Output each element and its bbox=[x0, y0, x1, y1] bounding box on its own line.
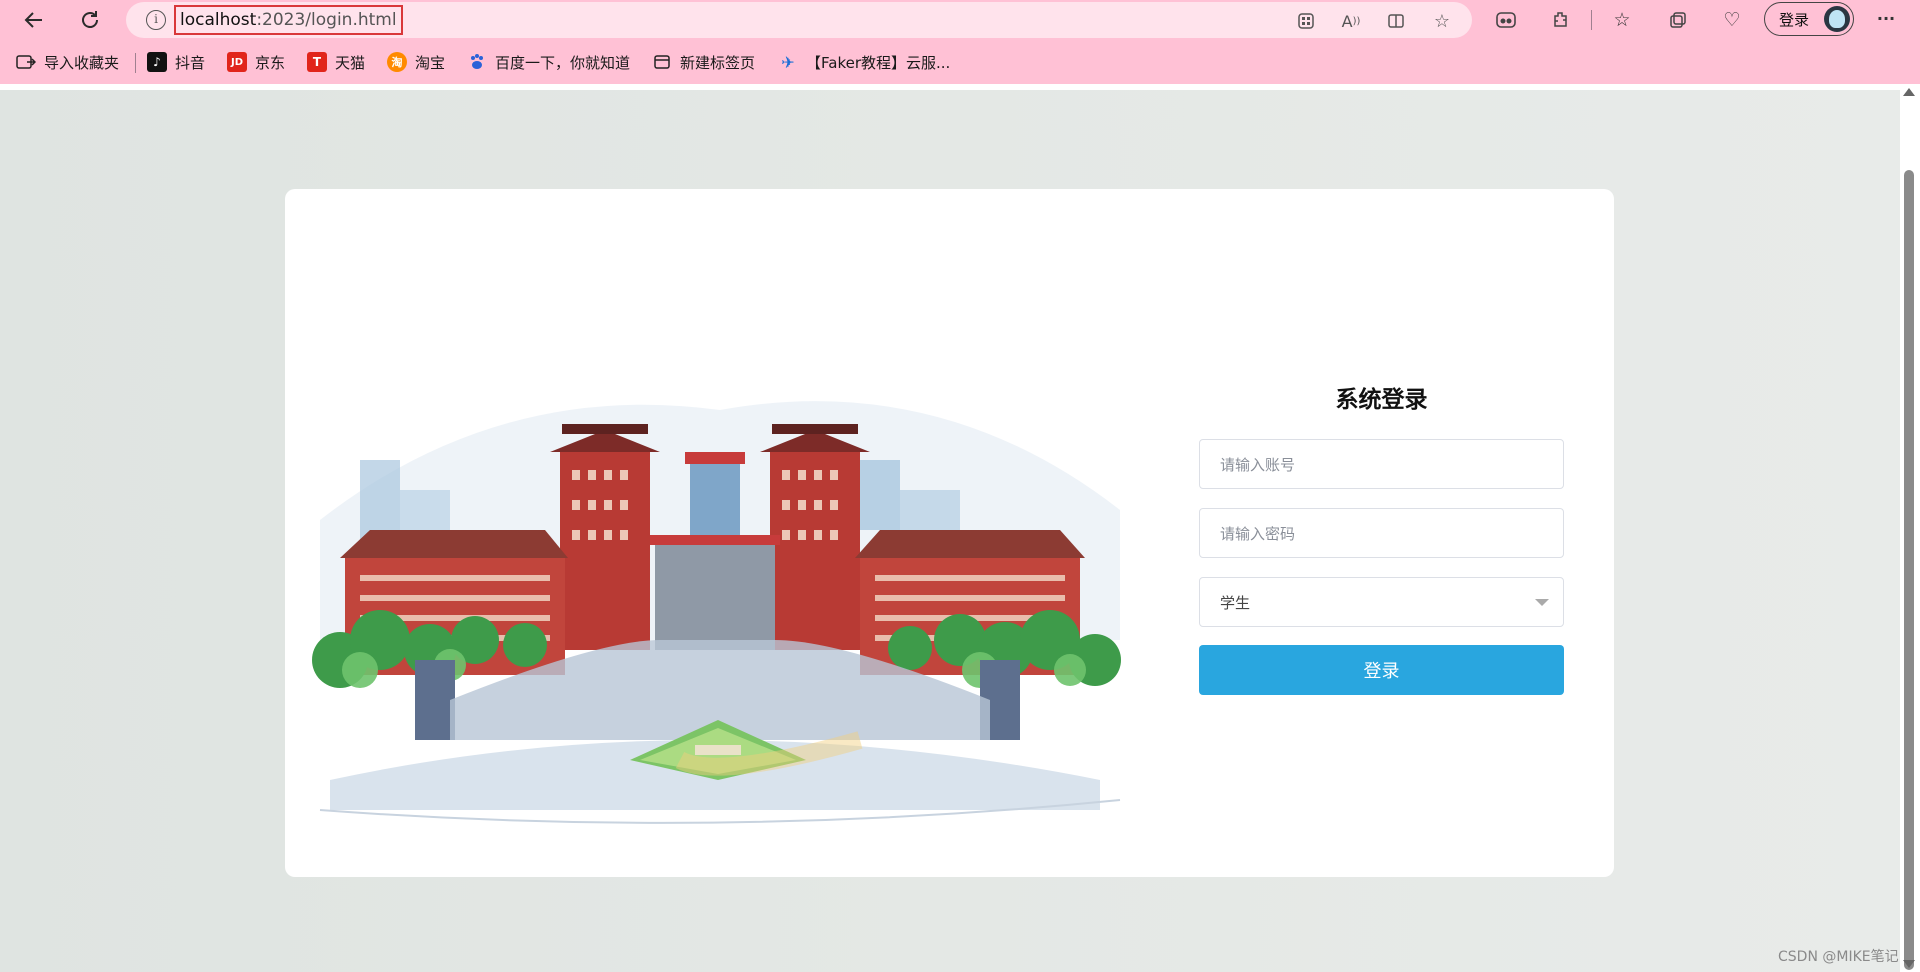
bookmark-jd[interactable]: JD 京东 bbox=[227, 51, 285, 73]
password-input[interactable]: 请输入密码 bbox=[1199, 508, 1564, 558]
taobao-icon: 淘 bbox=[387, 52, 407, 72]
douyin-icon: ♪ bbox=[147, 52, 167, 72]
password-placeholder: 请输入密码 bbox=[1220, 524, 1296, 543]
baidu-icon bbox=[467, 52, 487, 72]
extensions-icon[interactable] bbox=[1547, 6, 1575, 34]
import-icon bbox=[16, 52, 36, 72]
bookmark-baidu[interactable]: 百度一下，你就知道 bbox=[467, 51, 630, 73]
bookmark-douyin[interactable]: ♪ 抖音 bbox=[147, 51, 205, 73]
scroll-up-arrow-icon[interactable] bbox=[1903, 88, 1915, 96]
bookmark-label: 天猫 bbox=[335, 53, 366, 72]
login-button[interactable]: 登录 bbox=[1199, 645, 1564, 695]
page-top-edge bbox=[0, 84, 1900, 90]
bookmark-import[interactable]: 导入收藏夹 bbox=[16, 51, 119, 73]
collections-icon[interactable] bbox=[1664, 6, 1692, 34]
role-select[interactable]: 学生 bbox=[1199, 577, 1564, 627]
bookmark-label: 新建标签页 bbox=[680, 53, 756, 72]
back-arrow-icon bbox=[24, 12, 42, 28]
login-button-label: 登录 bbox=[1363, 661, 1400, 682]
bookmark-label: 百度一下，你就知道 bbox=[495, 53, 631, 72]
browser-toolbar: i localhost:2023/login.html A)) ☆ ☆ ♡ 登录… bbox=[0, 0, 1920, 40]
bookmarks-bar: 导入收藏夹 ♪ 抖音 JD 京东 T 天猫 淘淘宝 百度一下，你就知道 新建标签页 ✈… bbox=[0, 44, 1920, 80]
back-button[interactable] bbox=[18, 4, 50, 36]
more-menu-icon[interactable]: ··· bbox=[1872, 4, 1900, 32]
account-input[interactable]: 请输入账号 bbox=[1199, 439, 1564, 489]
bookmark-tmall[interactable]: T 天猫 bbox=[307, 51, 365, 73]
refresh-button[interactable] bbox=[74, 4, 106, 36]
toolbar-divider bbox=[1591, 10, 1592, 30]
scrollbar-thumb[interactable] bbox=[1904, 170, 1914, 970]
read-aloud-icon[interactable]: A)) bbox=[1339, 9, 1363, 33]
scroll-down-arrow-icon[interactable] bbox=[1903, 960, 1915, 968]
copilot-icon[interactable] bbox=[1492, 6, 1520, 34]
url-host: localhost bbox=[180, 10, 257, 30]
url-highlight[interactable]: localhost:2023/login.html bbox=[174, 5, 403, 35]
login-title: 系统登录 bbox=[1335, 387, 1428, 413]
avatar bbox=[1824, 6, 1850, 32]
bookmark-label: 【Faker教程】云服... bbox=[806, 53, 951, 72]
campus-illustration bbox=[312, 401, 1121, 824]
split-screen-icon[interactable] bbox=[1384, 9, 1408, 33]
bookmark-label: 淘宝 bbox=[415, 53, 446, 72]
bookmark-new-tab[interactable]: 新建标签页 bbox=[652, 51, 755, 73]
account-placeholder: 请输入账号 bbox=[1220, 455, 1296, 474]
chevron-down-icon bbox=[1535, 599, 1549, 606]
add-favorite-icon[interactable]: ☆ bbox=[1430, 9, 1454, 33]
watermark: CSDN @MIKE笔记 bbox=[1778, 949, 1899, 965]
address-bar[interactable]: i localhost:2023/login.html A)) ☆ bbox=[126, 2, 1472, 38]
tmall-icon: T bbox=[307, 52, 327, 72]
site-info-icon[interactable]: i bbox=[146, 10, 166, 30]
bookmark-taobao[interactable]: 淘淘宝 bbox=[387, 51, 445, 73]
bookmark-divider bbox=[135, 53, 136, 73]
plane-icon: ✈ bbox=[781, 52, 795, 72]
profile-login-button[interactable]: 登录 bbox=[1764, 2, 1854, 36]
jd-icon: JD bbox=[227, 52, 247, 72]
refresh-icon bbox=[82, 11, 98, 28]
apps-icon[interactable] bbox=[1294, 9, 1318, 33]
profile-login-label: 登录 bbox=[1779, 10, 1810, 29]
bookmark-label: 京东 bbox=[255, 53, 286, 72]
role-selected-value: 学生 bbox=[1220, 593, 1251, 612]
bookmark-label: 抖音 bbox=[175, 53, 206, 72]
url-path: :2023/login.html bbox=[256, 10, 397, 30]
favorites-icon[interactable]: ☆ bbox=[1608, 6, 1636, 34]
bookmark-label: 导入收藏夹 bbox=[44, 53, 120, 72]
bookmark-faker[interactable]: ✈ 【Faker教程】云服... bbox=[778, 51, 950, 73]
new-tab-icon bbox=[652, 52, 672, 72]
health-heart-icon[interactable]: ♡ bbox=[1718, 6, 1746, 34]
